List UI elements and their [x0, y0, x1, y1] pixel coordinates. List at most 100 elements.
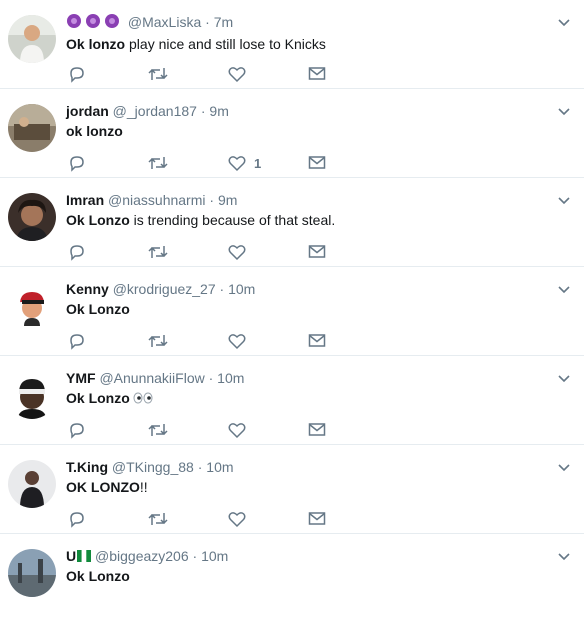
tweet-actions	[66, 331, 336, 351]
tweet-body: is trending because of that steal.	[129, 212, 336, 228]
tweet-keyword[interactable]: Ok Lonzo	[66, 301, 130, 317]
display-name[interactable]: Imran	[66, 192, 104, 208]
eyes-emoji	[133, 389, 153, 409]
tweet-text: ok lonzo	[66, 121, 544, 141]
user-handle[interactable]: @TKingg_88	[112, 459, 194, 475]
user-handle[interactable]: @MaxLiska	[128, 14, 201, 30]
chevron-down-icon[interactable]	[556, 192, 572, 208]
timestamp[interactable]: 10m	[228, 281, 255, 297]
heart-icon[interactable]	[228, 509, 254, 529]
envelope-icon[interactable]	[308, 420, 326, 440]
avatar[interactable]	[8, 15, 56, 63]
timestamp[interactable]: 9m	[218, 192, 237, 208]
reply-icon[interactable]	[68, 420, 86, 440]
tweet[interactable]: Imran @niassuhnarmi · 9m Ok Lonzo is tre…	[0, 178, 584, 267]
nigeria-flag-emoji	[77, 547, 92, 562]
tweet-actions: 1	[66, 153, 336, 173]
tweet-keyword[interactable]: Ok Lonzo	[66, 212, 130, 228]
display-name[interactable]: T.King	[66, 459, 108, 475]
chevron-down-icon[interactable]	[556, 103, 572, 119]
reply-icon[interactable]	[68, 509, 86, 529]
chevron-down-icon[interactable]	[556, 459, 572, 475]
chevron-down-icon[interactable]	[556, 370, 572, 386]
display-name[interactable]: YMF	[66, 370, 96, 386]
tweet-body: !!	[139, 479, 148, 495]
like-count: 1	[254, 155, 262, 171]
purple-flower-emoji	[66, 13, 124, 34]
reply-icon[interactable]	[68, 64, 86, 84]
tweet-text: Ok Lonzo is trending because of that ste…	[66, 210, 544, 230]
tweet-actions	[66, 64, 336, 84]
avatar[interactable]	[8, 282, 56, 330]
reply-icon[interactable]	[68, 153, 86, 173]
separator: ·	[197, 459, 203, 475]
tweet[interactable]: Kenny @krodriguez_27 · 10m Ok Lonzo	[0, 267, 584, 356]
heart-icon[interactable]	[228, 64, 254, 84]
retweet-icon[interactable]	[148, 331, 168, 351]
retweet-icon[interactable]	[148, 242, 168, 262]
tweet-feed: @MaxLiska · 7m Ok lonzo play nice and st…	[0, 0, 584, 623]
timestamp[interactable]: 10m	[201, 548, 228, 564]
envelope-icon[interactable]	[308, 331, 326, 351]
heart-icon[interactable]: 1	[228, 153, 261, 173]
tweet-text: OK LONZO!!	[66, 477, 544, 497]
tweet[interactable]: U @biggeazy206 · 10m Ok Lonzo	[0, 534, 584, 623]
tweet[interactable]: jordan @_jordan187 · 9m ok lonzo 1	[0, 89, 584, 178]
chevron-down-icon[interactable]	[556, 281, 572, 297]
tweet-actions	[66, 509, 336, 529]
envelope-icon[interactable]	[308, 64, 326, 84]
timestamp[interactable]: 10m	[217, 370, 244, 386]
tweet-keyword[interactable]: ok lonzo	[66, 123, 123, 139]
display-name[interactable]: Kenny	[66, 281, 109, 297]
user-handle[interactable]: @AnunnakiiFlow	[99, 370, 204, 386]
separator: ·	[208, 370, 214, 386]
avatar[interactable]	[8, 549, 56, 597]
avatar[interactable]	[8, 193, 56, 241]
display-name[interactable]: jordan	[66, 103, 109, 119]
chevron-down-icon[interactable]	[556, 548, 572, 564]
envelope-icon[interactable]	[308, 153, 326, 173]
heart-icon[interactable]	[228, 331, 254, 351]
timestamp[interactable]: 7m	[214, 14, 233, 30]
user-handle[interactable]: @krodriguez_27	[113, 281, 216, 297]
heart-icon[interactable]	[228, 420, 254, 440]
display-name[interactable]: U	[66, 548, 76, 564]
tweet-body: play nice and still lose to Knicks	[125, 36, 326, 52]
user-handle[interactable]: @niassuhnarmi	[108, 192, 205, 208]
tweet-text: Ok Lonzo	[66, 566, 544, 586]
separator: ·	[192, 548, 198, 564]
tweet[interactable]: YMF @AnunnakiiFlow · 10m Ok Lonzo	[0, 356, 584, 445]
user-handle[interactable]: @_jordan187	[113, 103, 197, 119]
avatar[interactable]	[8, 104, 56, 152]
tweet-actions	[66, 420, 336, 440]
tweet-text: Ok Lonzo	[66, 299, 544, 319]
avatar[interactable]	[8, 460, 56, 508]
tweet-text: Ok lonzo play nice and still lose to Kni…	[66, 34, 544, 54]
envelope-icon[interactable]	[308, 509, 326, 529]
heart-icon[interactable]	[228, 242, 254, 262]
separator: ·	[219, 281, 225, 297]
tweet[interactable]: @MaxLiska · 7m Ok lonzo play nice and st…	[0, 0, 584, 89]
tweet-text: Ok Lonzo	[66, 388, 544, 409]
timestamp[interactable]: 9m	[209, 103, 228, 119]
retweet-icon[interactable]	[148, 420, 168, 440]
tweet-actions	[66, 242, 336, 262]
tweet-keyword[interactable]: Ok Lonzo	[66, 568, 130, 584]
user-handle[interactable]: @biggeazy206	[95, 548, 189, 564]
separator: ·	[200, 103, 206, 119]
retweet-icon[interactable]	[148, 509, 168, 529]
retweet-icon[interactable]	[148, 153, 168, 173]
separator: ·	[209, 192, 215, 208]
tweet-keyword[interactable]: Ok lonzo	[66, 36, 125, 52]
chevron-down-icon[interactable]	[556, 14, 572, 30]
tweet-keyword[interactable]: Ok Lonzo	[66, 390, 130, 406]
separator: ·	[205, 14, 210, 30]
tweet-keyword[interactable]: OK LONZO	[66, 479, 140, 495]
retweet-icon[interactable]	[148, 64, 168, 84]
avatar[interactable]	[8, 371, 56, 419]
reply-icon[interactable]	[68, 331, 86, 351]
reply-icon[interactable]	[68, 242, 86, 262]
timestamp[interactable]: 10m	[206, 459, 233, 475]
tweet[interactable]: T.King @TKingg_88 · 10m OK LONZO!!	[0, 445, 584, 534]
envelope-icon[interactable]	[308, 242, 326, 262]
